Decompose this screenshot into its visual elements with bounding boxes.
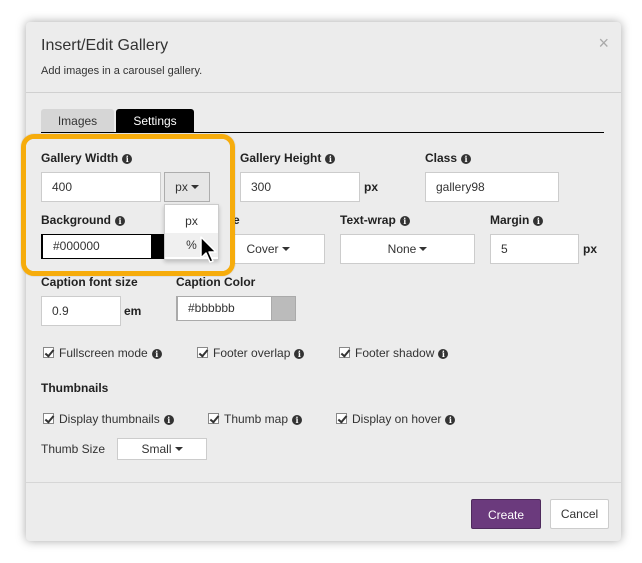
display-thumbnails-label: Display thumbnails	[59, 412, 160, 426]
info-icon: i	[115, 216, 126, 226]
background-color-input[interactable]: #000000	[42, 234, 152, 259]
dialog-title: Insert/Edit Gallery	[41, 37, 169, 54]
caret-down-icon	[174, 447, 183, 451]
checkmark-icon	[208, 413, 219, 424]
caption-font-size-unit: em	[124, 304, 142, 318]
info-icon: i	[122, 154, 133, 164]
margin-unit: px	[583, 242, 598, 256]
caret-down-icon	[190, 185, 199, 189]
margin-input[interactable]: 5	[490, 234, 579, 264]
gallery-width-input[interactable]: 400	[41, 172, 161, 202]
gallery-width-label: Gallery Width i	[41, 151, 133, 165]
caption-font-size-label: Caption font size	[41, 275, 138, 289]
footer-overlap-checkbox[interactable]: Footer overlap i	[197, 346, 305, 360]
fullscreen-mode-checkbox[interactable]: Fullscreen mode i	[43, 346, 162, 360]
caption-color-input[interactable]: #bbbbbb	[177, 296, 272, 321]
close-icon[interactable]: ×	[598, 34, 609, 52]
gallery-width-unit-select[interactable]: px	[164, 172, 210, 202]
gallery-width-label-text: Gallery Width	[41, 151, 119, 165]
info-icon: i	[151, 349, 162, 359]
checkmark-icon	[197, 347, 208, 358]
display-on-hover-label: Display on hover	[352, 412, 442, 426]
background-label-text: Background	[41, 213, 112, 227]
caret-down-icon	[419, 247, 428, 251]
mouse-pointer-icon	[200, 236, 217, 263]
unit-option-px[interactable]: px	[165, 209, 218, 233]
checkmark-icon	[336, 413, 347, 424]
caption-color-label: Caption Color	[176, 275, 256, 289]
gallery-height-label-text: Gallery Height	[240, 151, 322, 165]
dialog-header: Insert/Edit Gallery Add images in a caro…	[26, 22, 621, 93]
checkmark-icon	[339, 347, 350, 358]
gallery-height-unit: px	[364, 180, 379, 194]
tab-images[interactable]: Images	[41, 109, 114, 133]
thumb-map-checkbox[interactable]: Thumb map i	[208, 412, 303, 426]
footer-overlap-label: Footer overlap	[213, 346, 291, 360]
gallery-width-unit-value: px	[175, 180, 188, 194]
info-icon: i	[399, 216, 410, 226]
text-wrap-label: Text-wrap i	[340, 213, 410, 227]
thumb-size-select[interactable]: Small	[117, 438, 207, 460]
background-size-value: Cover	[246, 242, 279, 256]
display-on-hover-checkbox[interactable]: Display on hover i	[336, 412, 456, 426]
class-input[interactable]: gallery98	[425, 172, 559, 202]
class-label: Class i	[425, 151, 472, 165]
display-thumbnails-checkbox[interactable]: Display thumbnails i	[43, 412, 174, 426]
info-icon: i	[163, 415, 174, 425]
gallery-height-label: Gallery Height i	[240, 151, 336, 165]
info-icon: i	[533, 216, 544, 226]
tab-divider	[41, 132, 604, 133]
background-label: Background i	[41, 213, 126, 227]
info-icon: i	[325, 154, 336, 164]
fullscreen-mode-label: Fullscreen mode	[59, 346, 148, 360]
info-icon: i	[294, 349, 305, 359]
caret-down-icon	[281, 247, 290, 251]
footer-shadow-label: Footer shadow	[355, 346, 435, 360]
footer-shadow-checkbox[interactable]: Footer shadow i	[339, 346, 449, 360]
caption-font-size-input[interactable]: 0.9	[41, 296, 121, 326]
checkmark-icon	[43, 413, 54, 424]
class-label-text: Class	[425, 151, 458, 165]
cancel-button[interactable]: Cancel	[550, 499, 609, 529]
create-button[interactable]: Create	[471, 499, 541, 529]
footer-divider	[26, 482, 621, 483]
info-icon: i	[438, 349, 449, 359]
info-icon: i	[445, 415, 456, 425]
text-wrap-select[interactable]: None	[340, 234, 475, 264]
tab-settings[interactable]: Settings	[116, 109, 194, 133]
text-wrap-value: None	[387, 242, 417, 256]
dialog-subtitle: Add images in a carousel gallery.	[41, 65, 203, 77]
margin-label: Margin i	[490, 213, 544, 227]
thumb-map-label: Thumb map	[224, 412, 289, 426]
caption-color-picker[interactable]: #bbbbbb	[176, 296, 296, 321]
info-icon: i	[461, 154, 472, 164]
thumbnails-heading: Thumbnails	[41, 381, 109, 395]
thumb-size-label: Thumb Size	[41, 442, 106, 456]
thumb-size-value: Small	[141, 442, 172, 456]
insert-edit-gallery-dialog: Insert/Edit Gallery Add images in a caro…	[26, 22, 621, 541]
gallery-height-input[interactable]: 300	[240, 172, 360, 202]
checkmark-icon	[43, 347, 54, 358]
info-icon: i	[292, 415, 303, 425]
margin-label-text: Margin	[490, 213, 530, 227]
text-wrap-label-text: Text-wrap	[340, 213, 396, 227]
